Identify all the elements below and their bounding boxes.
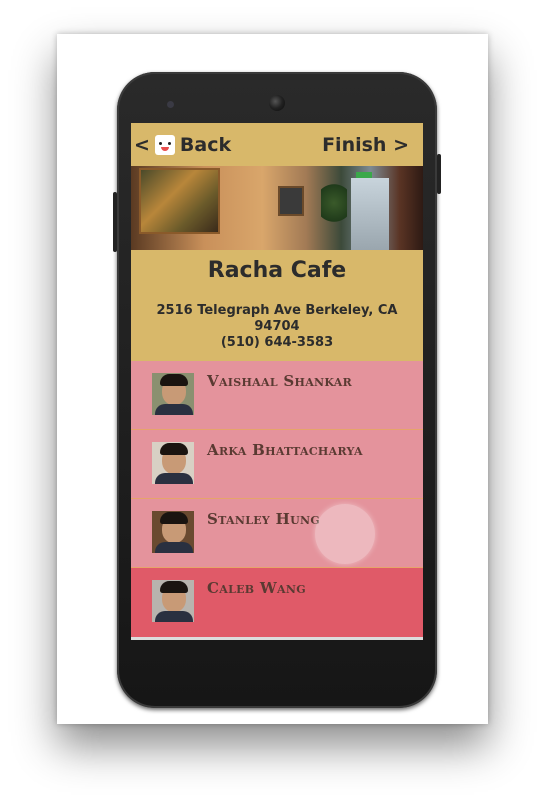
person-name: Arka Bhattacharya — [207, 441, 363, 459]
person-row-selected[interactable]: Caleb Wang — [131, 568, 423, 637]
chevron-left-icon: < — [134, 134, 150, 156]
person-row[interactable]: Stanley Hung — [131, 499, 423, 568]
person-row[interactable]: Vaishaal Shankar — [131, 361, 423, 430]
photo-plant — [321, 180, 347, 226]
avatar-hair — [160, 374, 188, 386]
avatar — [152, 580, 194, 622]
avatar — [152, 442, 194, 484]
avatar-shoulders — [155, 404, 193, 415]
photo-painting — [139, 168, 220, 234]
photo-doorway — [351, 178, 389, 250]
avatar-shoulders — [155, 473, 193, 484]
front-camera — [269, 95, 285, 111]
app-logo-icon — [154, 135, 175, 155]
people-list: Vaishaal Shankar Arka Bhattacharya Stanl… — [131, 361, 423, 637]
back-button[interactable]: < Back — [134, 132, 231, 158]
avatar — [152, 511, 194, 553]
restaurant-info: Racha Cafe 2516 Telegraph Ave Berkeley, … — [131, 250, 423, 361]
touch-ripple — [315, 504, 375, 564]
avatar-shoulders — [155, 611, 193, 622]
top-bar: < Back Finish > — [131, 123, 423, 166]
avatar-shoulders — [155, 542, 193, 553]
restaurant-photo — [131, 166, 423, 250]
power-button — [437, 154, 441, 194]
back-label: Back — [179, 134, 232, 156]
volume-button — [113, 192, 117, 252]
restaurant-address: 2516 Telegraph Ave Berkeley, CA 94704 — [156, 303, 398, 334]
photo-frame — [278, 186, 304, 216]
avatar — [152, 373, 194, 415]
avatar-hair — [160, 443, 188, 455]
finish-button[interactable]: Finish > — [322, 134, 409, 156]
restaurant-name: Racha Cafe — [207, 258, 347, 283]
restaurant-phone[interactable]: (510) 644-3583 — [131, 335, 423, 350]
app-screen: < Back Finish > Racha Cafe 2516 Telegrap… — [131, 123, 423, 640]
chevron-right-icon: > — [393, 134, 409, 156]
person-name: Vaishaal Shankar — [207, 372, 353, 390]
person-name: Caleb Wang — [207, 579, 306, 597]
avatar-hair — [160, 581, 188, 593]
finish-label: Finish — [322, 134, 387, 156]
avatar-hair — [160, 512, 188, 524]
person-name: Stanley Hung — [207, 510, 321, 528]
photo-exit-sign — [356, 172, 372, 178]
person-row[interactable]: Arka Bhattacharya — [131, 430, 423, 499]
sensor-dot — [167, 101, 174, 108]
